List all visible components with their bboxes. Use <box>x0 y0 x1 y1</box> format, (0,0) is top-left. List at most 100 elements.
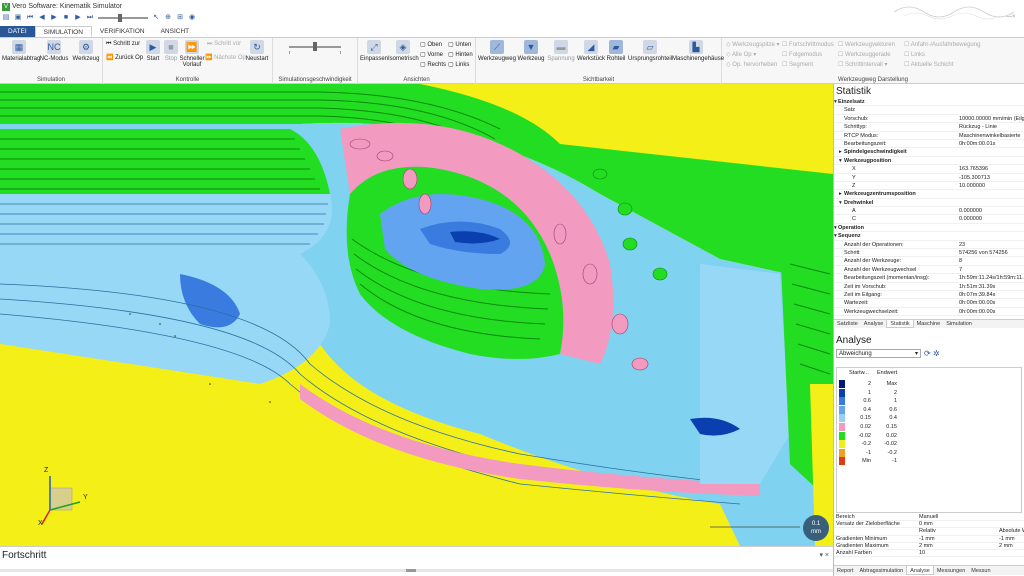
legend-row[interactable]: -0.02 0.02 <box>839 431 1021 440</box>
analyse-setting-row[interactable]: Anzahl Farben 10 <box>834 550 1024 558</box>
next-icon[interactable]: ▶ <box>74 14 82 22</box>
statistik-row[interactable]: Y -105.300713 <box>834 174 1024 182</box>
schrittintervall-option[interactable]: ☐ Schrittintervall ▾ <box>838 61 887 68</box>
statistik-row[interactable]: ▾ Drehwinkel <box>834 199 1024 208</box>
legend-row[interactable]: 12 <box>839 388 1021 397</box>
prev-icon[interactable]: ◀ <box>38 14 46 22</box>
legend-row[interactable]: 2 Max <box>839 380 1021 388</box>
werkzeugweg-toggle[interactable]: ⟋ Werkzeugweg <box>478 40 516 62</box>
tab-datei[interactable]: DATEI <box>0 26 35 37</box>
zurueck-op-button[interactable]: ⏪ Zurück Op <box>106 54 143 61</box>
analyse-setting-row[interactable]: Versatz der Zieloberfläche 0 mm <box>834 521 1024 529</box>
links-option[interactable]: ☐ Links <box>904 51 925 58</box>
fortschrittmodus-option[interactable]: ☐ Fortschrittmodus <box>782 41 834 48</box>
start-button[interactable]: ▶ Start <box>143 40 163 62</box>
analyse-setting-row[interactable]: Relativ Absolute W <box>834 528 1024 536</box>
statistik-row[interactable]: Schrittyp: Rückzug - Linie <box>834 123 1024 132</box>
view-hinten[interactable]: ▢ Hinten <box>448 51 473 58</box>
schritt-vor-button[interactable]: ⏭ Schritt vor <box>207 41 241 48</box>
settings-icon[interactable]: ✲ <box>933 349 940 358</box>
statistik-row[interactable]: Bearbeitungszeit: 0h:00m:00.01s <box>834 140 1024 149</box>
expander-icon[interactable]: ▸ <box>839 190 842 197</box>
statistik-row[interactable]: Zeit im Vorschub: 1h:51m:31.39s <box>834 283 1024 291</box>
spannung-toggle[interactable]: ▬ Spannung <box>546 40 576 62</box>
view-rechts[interactable]: ▢ Rechts <box>420 61 446 68</box>
view-oben[interactable]: ▢ Oben <box>420 41 442 48</box>
panel-tab[interactable]: Statistik <box>886 320 914 328</box>
stop-icon[interactable]: ■ <box>62 14 70 22</box>
panel-tab[interactable]: Simulation <box>943 320 975 328</box>
progress-scrollbar[interactable] <box>0 569 833 572</box>
alle-op-option[interactable]: ◇ Alle Op ▾ <box>726 51 756 58</box>
bottom-tab[interactable]: Abtragssimulation <box>857 566 907 575</box>
bottom-tab[interactable]: Report <box>834 566 857 575</box>
analyse-mode-select[interactable]: Abweichung <box>836 349 921 358</box>
materialabtrag-button[interactable]: ▦ Materialabtrag <box>2 40 40 62</box>
einpassen-button[interactable]: ⤢ Einpassen <box>360 40 388 62</box>
view-vorne[interactable]: ▢ Vorne <box>420 51 443 58</box>
first-icon[interactable]: ⏮ <box>26 14 34 22</box>
stop-button[interactable]: ■ Stop <box>163 40 179 62</box>
analyse-setting-row[interactable]: Gradienten Maximum 2 mm 2 mm <box>834 543 1024 550</box>
statistik-row[interactable]: C 0.000000 <box>834 215 1024 224</box>
expander-icon[interactable]: ▸ <box>839 148 842 155</box>
camera-icon[interactable]: ◉ <box>188 14 196 22</box>
zoom-icon[interactable]: ⊕ <box>164 14 172 22</box>
view-icon[interactable]: ⊞ <box>176 14 184 22</box>
expander-icon[interactable]: ▾ <box>834 224 837 231</box>
maschinengehaeuse-toggle[interactable]: ▙ Maschinengehäuse <box>672 40 724 62</box>
ursprungsrohteil-toggle[interactable]: ▱ Ursprungsrohteil <box>628 40 672 62</box>
nc-modus-button[interactable]: NC NC-Modus <box>38 40 70 62</box>
legend-row[interactable]: 0.15 0.4 <box>839 414 1021 423</box>
statistik-row[interactable]: Anzahl der Werkzeuge: 8 <box>834 257 1024 266</box>
statistik-row[interactable]: ▾ Werkzeugposition <box>834 157 1024 166</box>
naechste-op-button[interactable]: ⏩ Nächste Op <box>205 54 246 61</box>
statistik-row[interactable]: ▾ Sequenz <box>834 232 1024 241</box>
tab-simulation[interactable]: SIMULATION <box>34 26 92 37</box>
isometrisch-button[interactable]: ◈ Isometrisch <box>388 40 419 62</box>
statistik-row[interactable]: Bearbeitungszeit (momentan/insg): 1h:59m:… <box>834 274 1024 283</box>
segment-option[interactable]: ☐ Segment <box>782 61 813 68</box>
legend-row[interactable]: -0.2 -0.02 <box>839 440 1021 449</box>
statistik-row[interactable]: Zeit im Eilgang: 0h:07m:39.84s <box>834 291 1024 300</box>
anfahr-ausfahr-option[interactable]: ☐ Anfahr-/Ausfahrbewegung <box>904 41 980 48</box>
expander-icon[interactable]: ▾ <box>839 199 842 206</box>
speed-slider-thumb[interactable] <box>313 42 317 51</box>
pointer-icon[interactable]: ↖ <box>152 14 160 22</box>
expander-icon[interactable]: ▾ <box>834 232 837 239</box>
panel-tab[interactable]: Analyse <box>861 320 887 328</box>
statistik-row[interactable]: Werkzeugwechselzeit: 0h:00m:00.00s <box>834 308 1024 317</box>
werkzeug-toggle[interactable]: ▼ Werkzeug <box>516 40 546 62</box>
quick-speed-slider[interactable] <box>98 14 148 22</box>
statistik-row[interactable]: Schritt 574256 von 574256 <box>834 249 1024 258</box>
statistik-row[interactable]: ▾ Operation <box>834 224 1024 233</box>
open-icon[interactable]: ▤ <box>2 14 10 22</box>
expander-icon[interactable]: ▾ <box>839 157 842 164</box>
statistik-row[interactable]: Satz <box>834 106 1024 115</box>
legend-row[interactable]: Min -1 <box>839 457 1021 466</box>
view-links[interactable]: ▢ Links <box>448 61 469 68</box>
op-hervorheben-option[interactable]: ◇ Op. hervorheben <box>726 61 777 68</box>
neustart-button[interactable]: ↻ Neustart <box>243 40 271 62</box>
analyse-setting-row[interactable]: Gradienten Minimum -1 mm -1 mm <box>834 536 1024 543</box>
statistik-row[interactable]: A 0.000000 <box>834 207 1024 216</box>
statistik-row[interactable]: ▸ Spindelgeschwindigkeit <box>834 148 1024 157</box>
last-icon[interactable]: ⏭ <box>86 14 94 22</box>
werkzeugspitze-option[interactable]: ◇ Werkzeugspitze ▾ <box>726 41 780 48</box>
werkzeuggerade-option[interactable]: ☐ Werkzeuggerade <box>838 51 891 58</box>
statistik-row[interactable]: Wartezeit: 0h:00m:00.00s <box>834 299 1024 308</box>
panel-tab[interactable]: Satzliste <box>834 320 861 328</box>
refresh-icon[interactable]: ⟳ <box>924 349 931 358</box>
legend-row[interactable]: 0.02 0.15 <box>839 423 1021 431</box>
statistik-row[interactable]: ▸ Werkzeugzentrumsposition <box>834 190 1024 199</box>
tab-ansicht[interactable]: ANSICHT <box>153 26 198 37</box>
simulation-viewport[interactable]: Z Y X <box>0 84 833 546</box>
schneller-button[interactable]: ⏩ Schneller Vorlauf <box>179 40 205 68</box>
aktuelle-schicht-option[interactable]: ☐ Aktuelle Schicht <box>904 61 953 68</box>
panel-tab[interactable]: Maschine <box>914 320 944 328</box>
statistik-row[interactable]: Anzahl der Operationen: 23 <box>834 241 1024 250</box>
tab-verifikation[interactable]: VERIFIKATION <box>92 26 153 37</box>
bottom-tab[interactable]: Analyse <box>906 566 934 575</box>
werkzeugvektoren-option[interactable]: ☐ Werkzeugvektoren <box>838 41 895 48</box>
analyse-setting-row[interactable]: Bereich Manuell <box>834 514 1024 522</box>
